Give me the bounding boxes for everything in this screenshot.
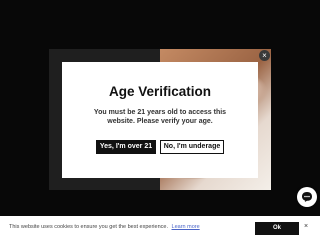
age-verification-modal: Age Verification You must be 21 years ol… [62,62,258,178]
promo-close-button[interactable]: × [259,50,270,61]
underage-button[interactable]: No, I'm underage [160,140,224,154]
cookie-bar: This website uses cookies to ensure you … [0,216,320,240]
cookie-message: This website uses cookies to ensure you … [9,224,200,230]
modal-title: Age Verification [108,84,212,99]
cookie-text: This website uses cookies to ensure you … [9,224,168,230]
cookie-close-button[interactable]: × [304,223,308,230]
chat-button[interactable] [297,187,317,207]
cookie-ok-button[interactable]: Ok [255,222,299,235]
modal-message: You must be 21 years old to access this … [93,109,227,126]
learn-more-link[interactable]: Learn more [172,224,200,230]
over-21-button[interactable]: Yes, I'm over 21 [96,140,156,154]
chat-bubble-icon [302,192,312,202]
